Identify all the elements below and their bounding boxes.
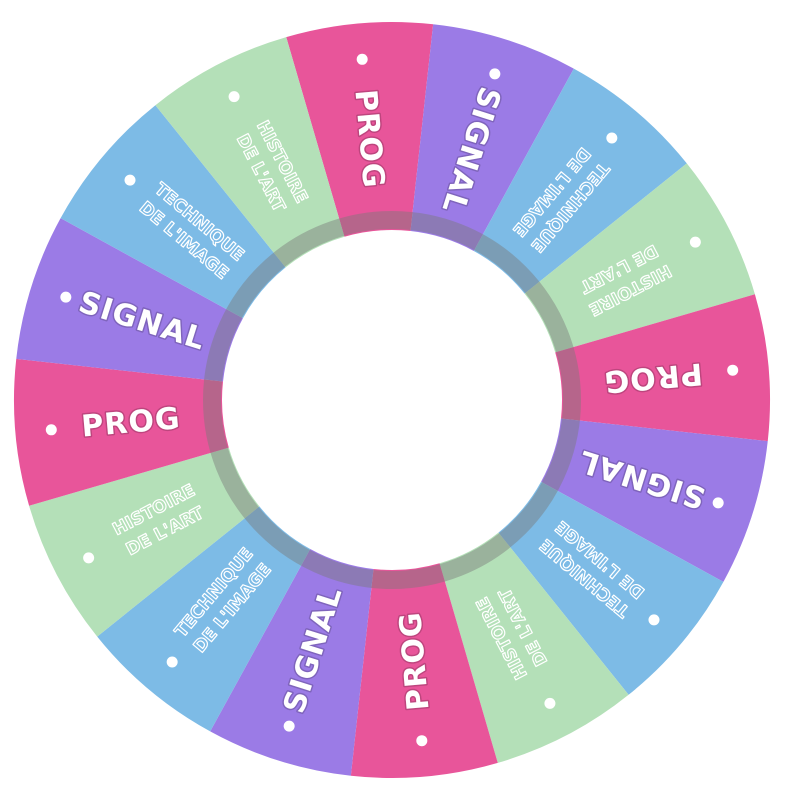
segment-dot: [712, 497, 724, 509]
segment-dot: [45, 424, 57, 436]
segment-dot: [83, 552, 95, 564]
segment-dot: [416, 735, 428, 747]
segment-dot: [356, 53, 368, 65]
segment-dot: [489, 68, 501, 80]
segment-dot: [689, 236, 701, 248]
segment-dot: [124, 174, 136, 186]
segment-dot: [166, 656, 178, 668]
wheel-hub[interactable]: [232, 240, 552, 560]
segment-dot: [727, 364, 739, 376]
segment-dot: [60, 291, 72, 303]
segment-dot: [544, 697, 556, 709]
segment-dot: [283, 720, 295, 732]
spin-wheel[interactable]: PROG SIGNAL TECHNIQUE DE L'IMAGE HISTOIRE DE …: [0, 0, 800, 800]
wheel-graphic[interactable]: PROG SIGNAL TECHNIQUEDE L'IMAGEHISTOIREDE …: [0, 0, 800, 800]
segment-dot: [648, 614, 660, 626]
segment-dot: [606, 132, 618, 144]
segment-dot: [228, 91, 240, 103]
